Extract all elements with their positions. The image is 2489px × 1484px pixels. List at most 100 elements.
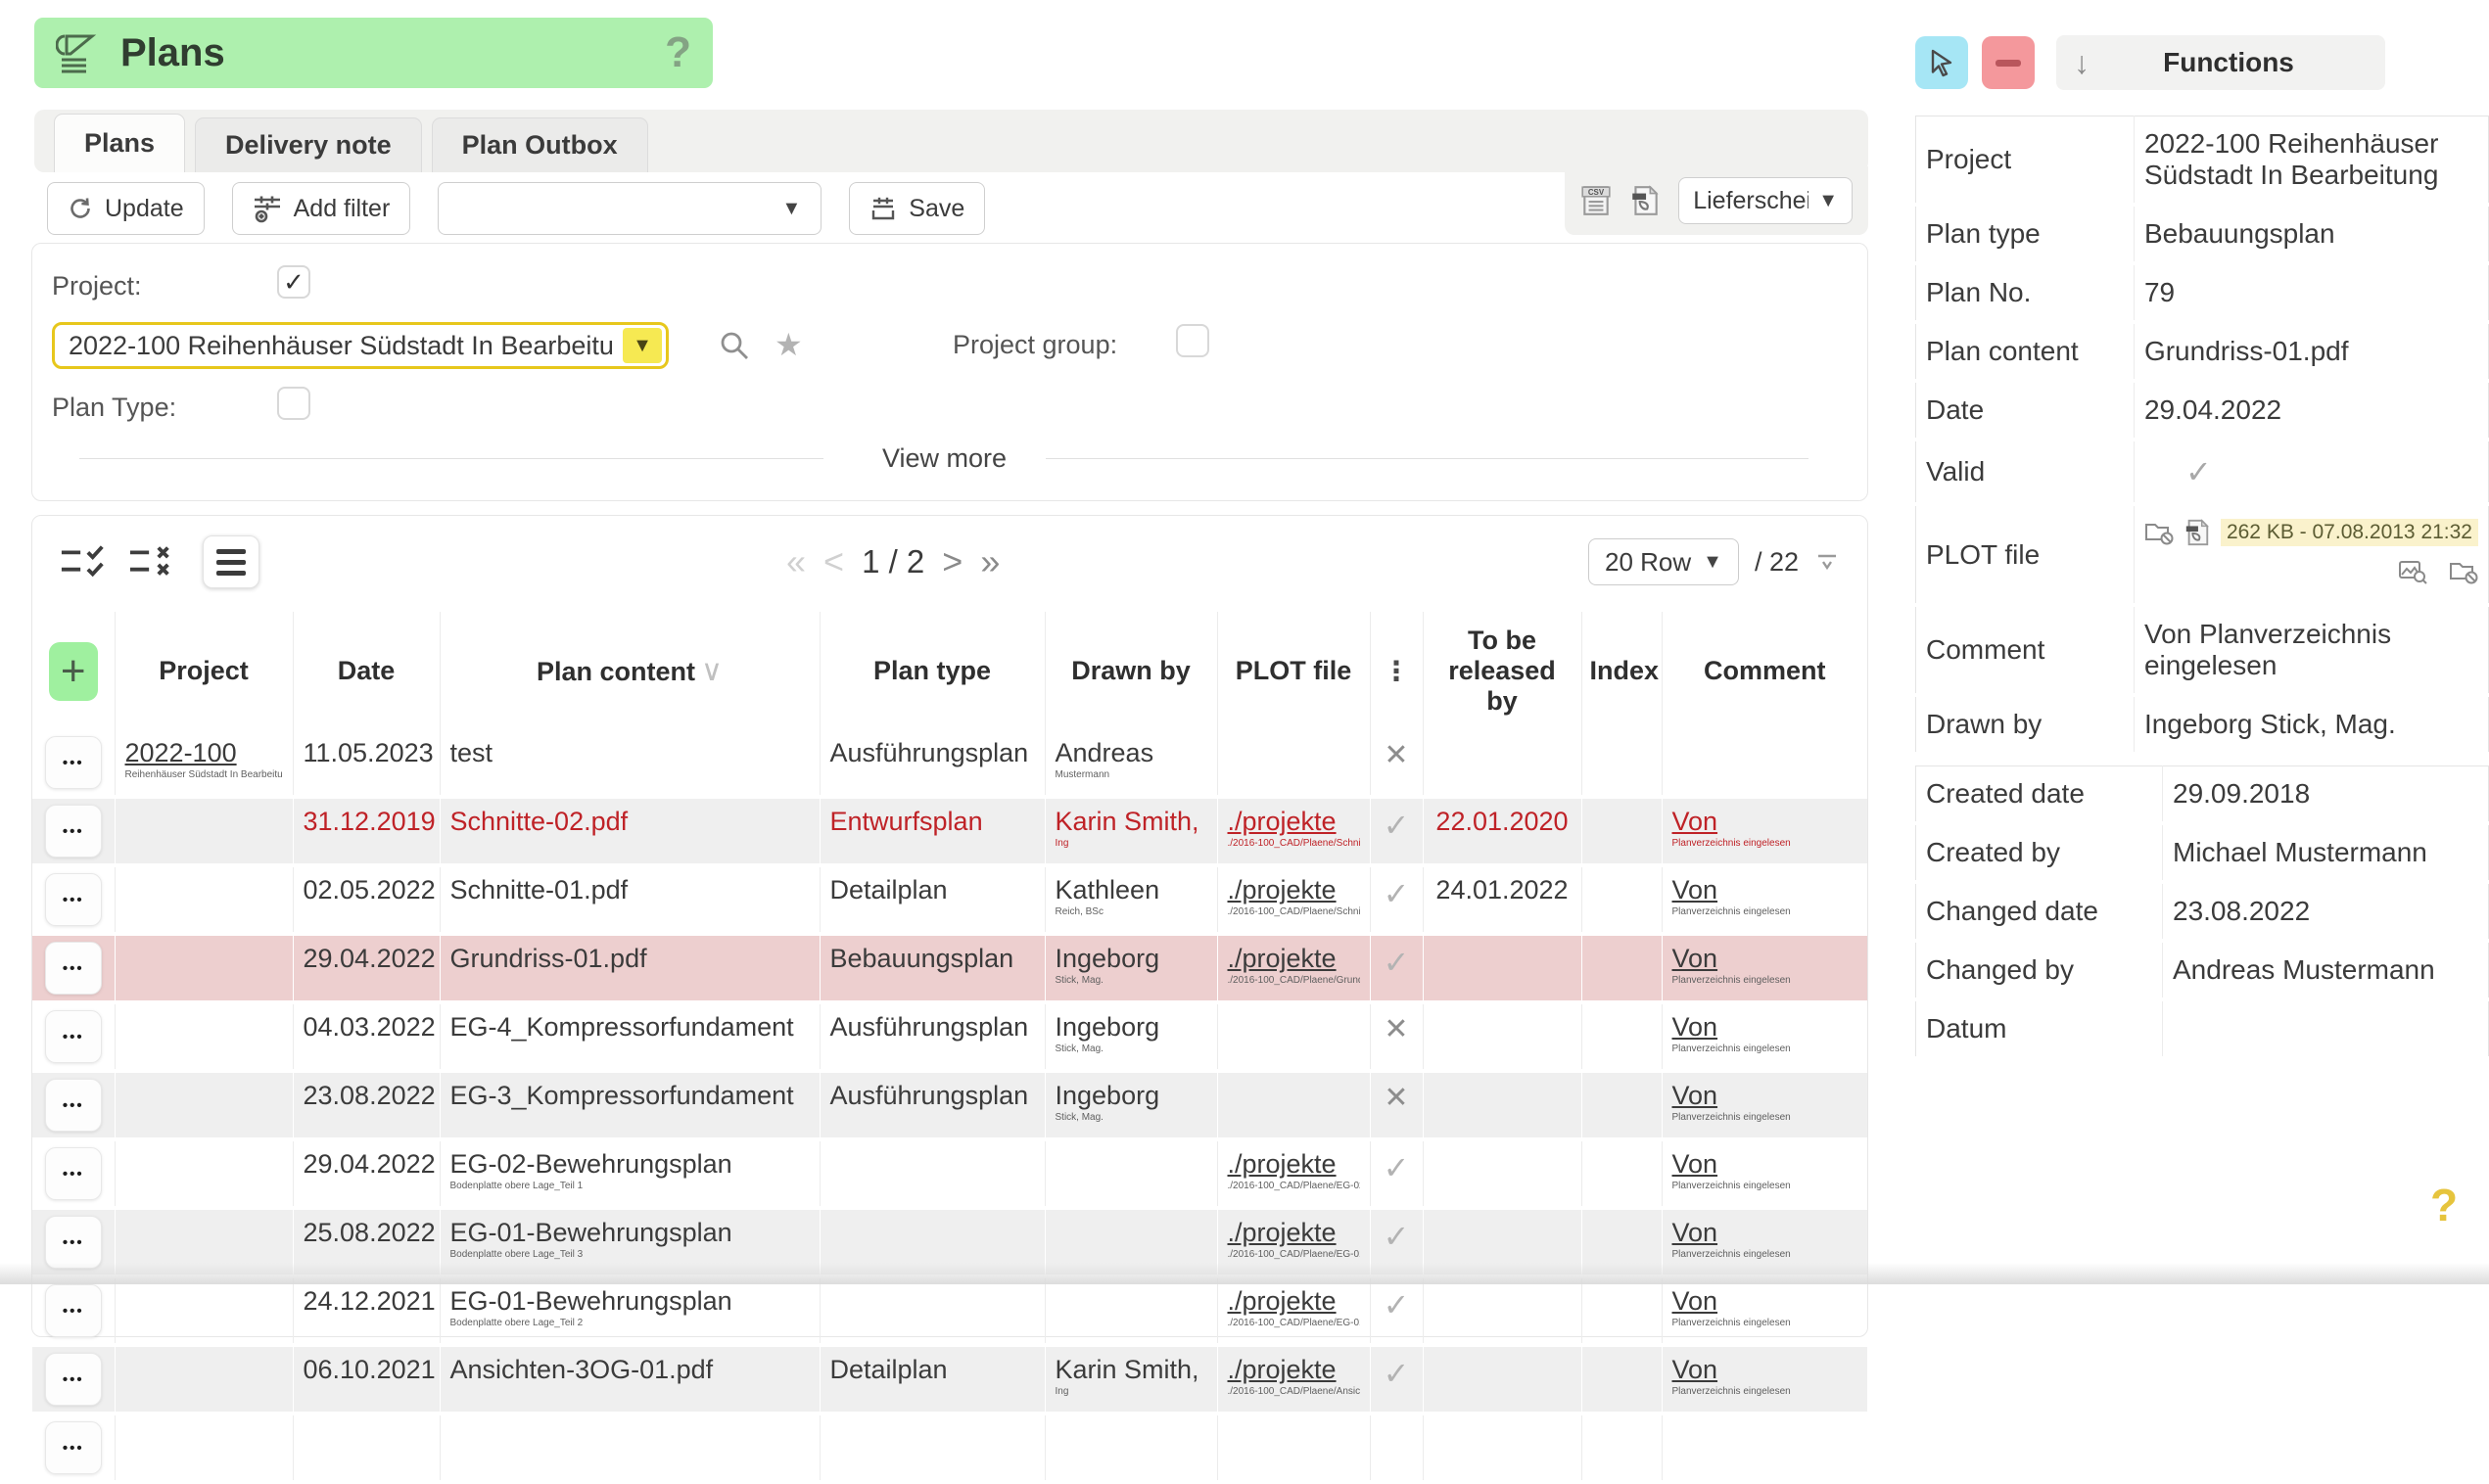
page-title: Plans [120,31,665,75]
pdf-file-icon[interactable] [2184,518,2211,547]
save-button[interactable]: Save [849,182,985,235]
row-actions-button[interactable]: ••• [45,736,102,789]
column-header-comment[interactable]: Comment [1662,612,1867,730]
csv-export-icon[interactable]: CSV [1580,184,1612,217]
detach-file-icon[interactable] [2449,559,2478,584]
detail-row-date: Date 29.04.2022 [1916,381,2489,440]
plan-type-cell [820,1414,1045,1482]
column-header-status[interactable]: ⋮ [1370,612,1423,730]
help-icon[interactable]: ? [665,28,691,77]
row-actions-button[interactable]: ••• [45,942,102,995]
pdf-export-icon[interactable] [1629,184,1661,217]
minus-icon [1996,60,2021,67]
view-more-link[interactable]: View more [882,443,1007,474]
pointer-select-button[interactable] [1915,36,1968,89]
comment-link[interactable]: Von [1672,1081,1718,1110]
table-row: ••• [32,1414,1867,1482]
plot-file-path: ./2016-100_CAD/Plaene/Grundriss-01.pdf [1228,975,1360,986]
plan-content-cell: Grundriss-01.pdf [450,944,647,973]
remove-file-icon[interactable] [2144,520,2174,545]
comment-link[interactable]: Von [1672,875,1718,904]
tab-delivery-note[interactable]: Delivery note [195,117,422,172]
row-actions-button[interactable]: ••• [45,1353,102,1406]
table-row: ••• 2022-100Reihenhäuser Südstadt In Bea… [32,730,1867,797]
release-status-icon: ✕ [1384,739,1408,771]
row-actions-button[interactable]: ••• [45,873,102,926]
detail-row-project: Project 2022-100 Reihenhäuser Südstadt I… [1916,116,2489,206]
add-plan-button[interactable]: + [49,642,98,701]
comment-link[interactable]: Von [1672,1286,1718,1316]
tab-plan-outbox[interactable]: Plan Outbox [432,117,648,172]
row-actions-button[interactable]: ••• [45,1010,102,1063]
project-group-checkbox[interactable] [1176,324,1209,357]
deselect-all-icon[interactable] [128,542,177,581]
next-page-button[interactable]: > [942,541,963,582]
tab-plans[interactable]: Plans [54,114,185,172]
row-actions-button[interactable]: ••• [45,805,102,858]
row-actions-button[interactable]: ••• [45,1079,102,1132]
drawn-by-subtitle: Ing [1056,1386,1207,1397]
released-by-cell [1423,1414,1581,1482]
table-row: ••• 25.08.2022 EG-01-BewehrungsplanBoden… [32,1208,1867,1276]
last-page-button[interactable]: » [980,541,1000,582]
plan-content-cell: EG-02-Bewehrungsplan [450,1149,732,1179]
rows-per-page-select[interactable]: 20 Row ▼ [1588,538,1739,585]
row-actions-button[interactable]: ••• [45,1284,102,1337]
favorite-star-icon[interactable]: ★ [775,326,803,363]
table-header-row: + Project Date Plan content∨ Plan type D… [32,612,1867,730]
column-header-plot-file[interactable]: PLOT file [1217,612,1370,730]
page-indicator: 1 / 2 [862,543,924,580]
detail-row-plan-type: Plan type Bebauungsplan [1916,205,2489,263]
first-page-button[interactable]: « [786,541,806,582]
column-header-drawn-by[interactable]: Drawn by [1045,612,1217,730]
plot-file-link[interactable]: ./projekte [1228,944,1337,973]
detail-row-plan-content: Plan content Grundriss-01.pdf [1916,322,2489,381]
preview-file-icon[interactable] [2398,559,2427,584]
row-actions-button[interactable]: ••• [45,1216,102,1269]
project-link[interactable]: 2022-100 [125,738,237,767]
search-icon[interactable] [718,330,751,363]
export-type-select[interactable]: Lieferschein ▼ [1678,177,1853,224]
plot-file-link[interactable]: ./projekte [1228,1149,1337,1179]
index-cell [1581,1002,1662,1071]
add-filter-button[interactable]: Add filter [232,182,411,235]
comment-link[interactable]: Von [1672,1218,1718,1247]
plot-file-link[interactable]: ./projekte [1228,807,1337,836]
file-info-badge: 262 KB - 07.08.2013 21:32 [2221,519,2478,546]
column-header-index[interactable]: Index [1581,612,1662,730]
project-filter-checkbox[interactable]: ✓ [277,265,310,299]
collapse-icon[interactable] [1814,551,1840,573]
plot-file-link[interactable]: ./projekte [1228,875,1337,904]
prev-page-button[interactable]: < [823,541,844,582]
column-header-date[interactable]: Date [293,612,440,730]
list-menu-button[interactable] [203,535,259,588]
column-header-released-by[interactable]: To be released by [1423,612,1581,730]
row-actions-button[interactable]: ••• [45,1421,102,1474]
plot-file-link[interactable]: ./projekte [1228,1355,1337,1384]
update-button[interactable]: Update [47,182,205,235]
comment-link[interactable]: Von [1672,1355,1718,1384]
filter-preset-select[interactable]: ▼ [438,182,822,235]
detail-row-comment: Comment Von Planverzeichnis eingelesen [1916,605,2489,695]
index-cell [1581,1414,1662,1482]
remove-button[interactable] [1982,36,2035,89]
column-header-plan-type[interactable]: Plan type [820,612,1045,730]
row-actions-button[interactable]: ••• [45,1147,102,1200]
detail-row-created-date: Created date 29.09.2018 [1916,766,2489,824]
column-header-plan-content[interactable]: Plan content∨ [440,612,820,730]
comment-link[interactable]: Von [1672,1012,1718,1042]
project-select[interactable]: 2022-100 Reihenhäuser Südstadt In Bearbe… [52,322,669,369]
corner-help-icon[interactable]: ? [2430,1179,2458,1231]
down-arrow-icon: ↓ [2074,45,2090,81]
column-header-project[interactable]: Project [115,612,293,730]
comment-link[interactable]: Von [1672,944,1718,973]
drawn-by-subtitle: Stick, Mag. [1056,1043,1207,1054]
plot-file-link[interactable]: ./projekte [1228,1218,1337,1247]
plan-type-checkbox[interactable] [277,387,310,420]
plot-file-link[interactable]: ./projekte [1228,1286,1337,1316]
comment-link[interactable]: Von [1672,807,1718,836]
select-all-icon[interactable] [60,542,109,581]
functions-dropdown[interactable]: ↓ Functions [2056,35,2385,90]
comment-link[interactable]: Von [1672,1149,1718,1179]
release-status-icon: ✓ [1384,1150,1410,1185]
